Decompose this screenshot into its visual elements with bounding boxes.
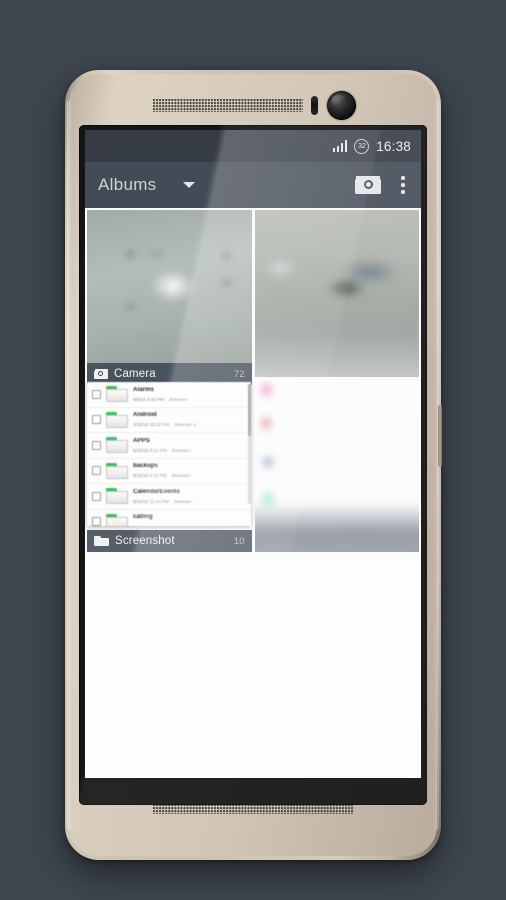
file-permissions: drwxrwx-- (171, 473, 192, 479)
file-list: Alarms 6/8/15 4:40 PM drwxrwx-- Android 2/15… (87, 382, 251, 526)
file-list-item[interactable]: backups 5/13/16 5:15 PM drwxrwx-- (87, 459, 251, 484)
empty-content-area (85, 556, 421, 778)
file-list-item[interactable]: Alarms 6/8/15 4:40 PM drwxrwx-- (87, 382, 251, 408)
folder-icon (106, 411, 128, 428)
file-date: 6/24/16 11:44 PM (133, 498, 169, 504)
file-meta: 6/24/16 11:44 PM drwxrwx-- (133, 499, 247, 504)
file-list-item[interactable]: calling (87, 510, 251, 526)
file-permissions: drwxrwx--x (174, 422, 197, 428)
file-meta: 6/8/15 4:40 PM drwxrwx-- (133, 397, 247, 402)
proximity-sensor (311, 96, 318, 115)
file-name: Alarms (133, 386, 154, 393)
file-checkbox[interactable] (92, 415, 101, 425)
file-date: 6/23/16 3:14 PM (133, 447, 167, 453)
status-bar: 32 16:38 (85, 130, 421, 162)
file-permissions: drwxrwx-- (173, 498, 194, 504)
album-thumbnail-landscape (254, 210, 419, 377)
file-meta: 6/23/16 3:14 PM drwxrwx-- (133, 448, 247, 453)
file-checkbox[interactable] (92, 517, 101, 526)
folder-icon (106, 462, 128, 479)
album-count: 72 (233, 368, 245, 380)
file-text-block: backups 5/13/16 5:15 PM drwxrwx-- (133, 463, 247, 478)
file-list-item[interactable]: Android 2/15/16 10:12 PM drwxrwx--x (87, 408, 251, 433)
file-text-block: Android 2/15/16 10:12 PM drwxrwx--x (133, 412, 247, 427)
scrollbar-thumb[interactable] (248, 384, 251, 504)
album-name: Camera (114, 368, 156, 380)
file-list-item[interactable]: CalendarEvents 6/24/16 11:44 PM drwxrwx-- (87, 484, 251, 510)
file-meta: 2/15/16 10:12 PM drwxrwx--x (133, 422, 247, 427)
album-tile-b[interactable] (254, 210, 419, 377)
earpiece-speaker-grille (153, 99, 303, 112)
file-checkbox[interactable] (92, 389, 101, 399)
album-thumbnail-camera (87, 210, 252, 385)
file-text-block: Alarms 6/8/15 4:40 PM drwxrwx-- (133, 387, 247, 402)
album-grid-column-right (254, 210, 419, 554)
album-label-screenshot: Screenshot 10 (87, 530, 252, 552)
folder-icon (106, 386, 128, 403)
file-name: backups (133, 463, 159, 470)
folder-icon (106, 488, 128, 505)
status-clock: 16:38 (376, 138, 411, 154)
phone-device: 32 16:38 Albums Camera 72 Screenshot 10 … (65, 70, 442, 860)
overflow-menu-icon[interactable] (398, 173, 408, 196)
chevron-down-icon[interactable] (182, 182, 195, 188)
screen-bezel: 32 16:38 Albums Camera 72 Screenshot 10 … (79, 125, 427, 805)
file-checkbox[interactable] (92, 440, 101, 450)
folder-icon (94, 535, 109, 547)
album-count: 10 (233, 535, 245, 547)
file-text-block: calling (133, 514, 247, 526)
file-manager-overlay[interactable]: Alarms 6/8/15 4:40 PM drwxrwx-- Android 2/15… (87, 382, 251, 526)
file-meta (133, 524, 247, 526)
albums-dropdown-label[interactable]: Albums (98, 175, 157, 195)
action-bar: Albums (85, 162, 421, 208)
phone-screen: 32 16:38 Albums Camera 72 Screenshot 10 … (85, 130, 421, 778)
file-list-item[interactable]: APPS 6/23/16 3:14 PM drwxrwx-- (87, 433, 251, 459)
file-name: Android (133, 412, 157, 419)
album-grid: Camera 72 Screenshot 10 Alarms 6/8/15 4:… (85, 208, 421, 556)
file-checkbox[interactable] (92, 466, 101, 476)
camera-icon (94, 369, 108, 379)
battery-circle-icon: 32 (354, 138, 370, 154)
file-text-block: APPS 6/23/16 3:14 PM drwxrwx-- (133, 438, 247, 453)
album-thumbnail-screenshot (254, 380, 419, 552)
cellular-signal-icon (332, 140, 348, 152)
file-permissions: drwxrwx-- (169, 396, 190, 402)
album-name: Screenshot (115, 535, 175, 547)
file-name: calling (133, 514, 153, 521)
album-tile-c[interactable] (254, 380, 419, 552)
file-name: CalendarEvents (133, 488, 180, 495)
battery-level-label: 32 (357, 141, 366, 151)
file-date: 6/8/15 4:40 PM (133, 396, 165, 402)
file-date: 2/15/16 10:12 PM (133, 422, 170, 428)
folder-icon (106, 513, 128, 526)
file-text-block: CalendarEvents 6/24/16 11:44 PM drwxrwx-- (133, 489, 247, 504)
power-button[interactable] (438, 405, 442, 467)
file-date: 5/13/16 5:15 PM (133, 473, 167, 479)
camera-icon[interactable] (355, 176, 382, 194)
file-meta: 5/13/16 5:15 PM drwxrwx-- (133, 473, 247, 478)
folder-icon (106, 437, 128, 454)
file-permissions: drwxrwx-- (171, 447, 192, 453)
file-name: APPS (133, 437, 150, 444)
front-camera-lens (327, 91, 356, 120)
album-tile-camera[interactable]: Camera 72 (87, 210, 252, 385)
file-checkbox[interactable] (92, 491, 101, 501)
